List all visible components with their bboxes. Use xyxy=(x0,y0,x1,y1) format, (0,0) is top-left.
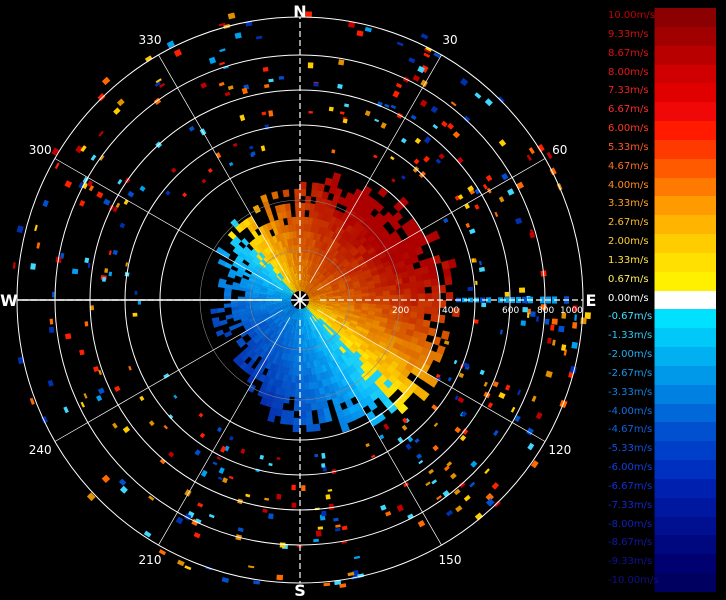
range-label: 800 xyxy=(537,306,554,316)
color-scale-label: -6.67m/s xyxy=(608,480,653,492)
azimuth-label-30: 30 xyxy=(442,33,457,47)
color-scale-entry: 9.33m/s xyxy=(606,26,716,47)
color-scale-label: 3.33m/s xyxy=(608,198,649,210)
color-scale-label: -7.33m/s xyxy=(608,499,653,511)
azimuth-label-330: 330 xyxy=(139,33,162,47)
azimuth-label-150: 150 xyxy=(439,553,462,567)
north-label: N xyxy=(293,2,306,21)
color-scale-label: 8.67m/s xyxy=(608,47,649,59)
velocity-color-scale: 10.00m/s 9.33m/s 8.67m/s 8.00m/s 7.33m/s 6.67… xyxy=(606,8,716,593)
color-scale-entry: -2.00m/s xyxy=(606,347,716,367)
color-scale-entry: -5.33m/s xyxy=(606,441,716,461)
color-scale-entry: -1.33m/s xyxy=(606,328,716,348)
color-scale-entry: -9.33m/s xyxy=(606,554,716,574)
range-label: 1000 xyxy=(560,306,583,316)
color-scale-entry: 8.67m/s xyxy=(606,45,716,65)
color-scale-label: 10.00m/s xyxy=(608,10,655,21)
color-scale-label: 5.33m/s xyxy=(608,141,649,153)
color-scale-entry: 0.00m/s xyxy=(606,290,716,310)
range-label: 400 xyxy=(442,306,459,316)
color-scale-entry: -4.00m/s xyxy=(606,403,716,423)
color-scale-label: 6.00m/s xyxy=(608,123,649,135)
color-scale-entry: -4.67m/s xyxy=(606,422,716,442)
color-scale-label: 9.33m/s xyxy=(608,28,649,40)
color-scale-label: 0.00m/s xyxy=(608,292,649,304)
color-scale-label: -0.67m/s xyxy=(608,311,653,323)
color-scale-entry: 1.33m/s xyxy=(606,252,716,273)
color-scale-label: -2.67m/s xyxy=(608,367,653,379)
color-scale-entry: 5.33m/s xyxy=(606,139,716,160)
color-scale-label: -4.67m/s xyxy=(608,424,653,436)
color-scale-label: -5.33m/s xyxy=(608,443,653,455)
color-scale-entry: -2.67m/s xyxy=(606,365,716,386)
color-scale-label: -8.67m/s xyxy=(608,537,653,549)
color-scale-entry: -6.00m/s xyxy=(606,460,716,480)
color-scale-label: 6.67m/s xyxy=(608,104,649,116)
azimuth-label-240: 240 xyxy=(29,443,52,457)
range-label: 600 xyxy=(502,306,519,316)
color-scale-entry: -7.33m/s xyxy=(606,497,716,518)
color-scale-entry: 7.33m/s xyxy=(606,83,716,103)
color-scale-label: 7.33m/s xyxy=(608,85,649,97)
color-scale-entry: 0.67m/s xyxy=(606,271,716,292)
color-scale-entry: 4.67m/s xyxy=(606,158,716,179)
color-scale-label: -8.00m/s xyxy=(608,518,653,530)
azimuth-label-60: 60 xyxy=(552,143,567,157)
color-scale-label: -1.33m/s xyxy=(608,330,653,342)
color-scale-entry: 2.00m/s xyxy=(606,234,716,254)
color-scale-label: 1.33m/s xyxy=(608,254,649,266)
color-scale-entry: 8.00m/s xyxy=(606,64,716,84)
color-scale-entry: -10.00m/s xyxy=(606,573,716,593)
east-label: E xyxy=(586,291,597,310)
color-scale-entry: -6.67m/s xyxy=(606,478,716,499)
color-scale-entry: 4.00m/s xyxy=(606,177,716,197)
color-scale-label: 2.67m/s xyxy=(608,217,649,229)
color-scale-label: 4.67m/s xyxy=(608,160,649,172)
color-scale-entry: -3.33m/s xyxy=(606,384,716,405)
color-scale-entry: 6.00m/s xyxy=(606,121,716,141)
range-label: 200 xyxy=(392,306,409,316)
azimuth-label-300: 300 xyxy=(29,143,52,157)
color-scale-label: 0.67m/s xyxy=(608,273,649,285)
color-scale-label: -3.33m/s xyxy=(608,386,653,398)
color-scale-entry: 6.67m/s xyxy=(606,102,716,122)
color-scale-label: -9.33m/s xyxy=(608,556,653,568)
color-scale-entry: -0.67m/s xyxy=(606,309,716,329)
west-label: W xyxy=(0,291,18,310)
color-scale-label: -2.00m/s xyxy=(608,349,653,361)
color-scale-entry: -8.00m/s xyxy=(606,516,716,536)
color-scale-label: -6.00m/s xyxy=(608,462,653,474)
color-scale-entry: 3.33m/s xyxy=(606,196,716,216)
color-scale-label: -4.00m/s xyxy=(608,405,653,417)
radar-center-icon xyxy=(291,291,309,309)
color-scale-entry: 2.67m/s xyxy=(606,215,716,235)
color-scale-label: 8.00m/s xyxy=(608,66,649,78)
azimuth-label-210: 210 xyxy=(139,553,162,567)
radar-ppi-display: 200 400 600 800 1000 30 60 120 150 210 240 300 330 N… xyxy=(0,2,597,600)
color-scale-entry: -8.67m/s xyxy=(606,535,716,555)
color-scale-label: 2.00m/s xyxy=(608,236,649,248)
south-label: S xyxy=(294,581,306,600)
color-scale-entry: 10.00m/s xyxy=(606,8,716,28)
color-scale-label: -10.00m/s xyxy=(608,575,659,587)
color-scale-label: 4.00m/s xyxy=(608,179,649,191)
azimuth-label-120: 120 xyxy=(548,443,571,457)
